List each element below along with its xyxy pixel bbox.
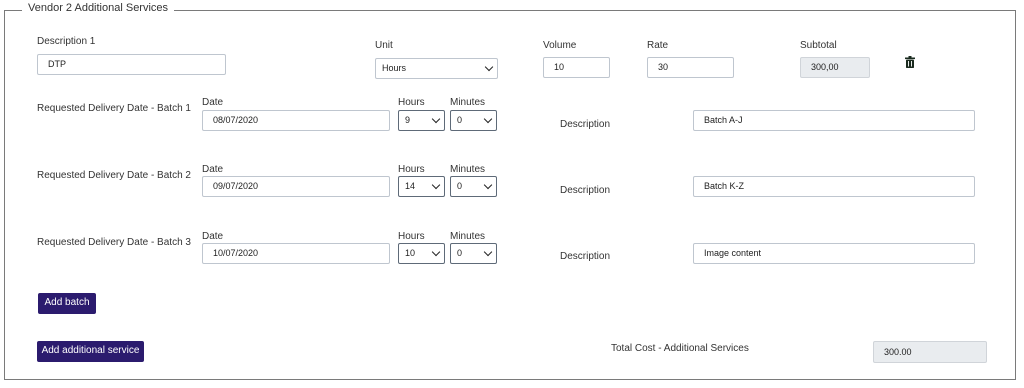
- trash-icon[interactable]: [905, 56, 915, 68]
- batch-3-label: Requested Delivery Date - Batch 3: [37, 237, 191, 248]
- batch-1-minutes-value: 0: [457, 115, 463, 125]
- total-cost-label: Total Cost - Additional Services: [611, 343, 749, 354]
- batch-2-minutes-label: Minutes: [450, 164, 486, 175]
- batch-3-hours-select[interactable]: 10: [398, 243, 445, 264]
- total-cost-field: 300.00: [873, 341, 987, 363]
- subtotal-label: Subtotal: [800, 40, 837, 51]
- section-legend: Vendor 2 Additional Services: [22, 2, 175, 14]
- batch-3-hours-label: Hours: [398, 231, 425, 242]
- batch-3-minutes-label: Minutes: [450, 231, 486, 242]
- batch-2-minutes-value: 0: [457, 181, 463, 191]
- batch-1-minutes-label: Minutes: [450, 97, 486, 108]
- volume-label: Volume: [543, 40, 577, 51]
- subtotal-field: 300,00: [800, 57, 870, 78]
- batch-2-date-input[interactable]: 09/07/2020: [202, 176, 390, 197]
- batch-1-description-input[interactable]: Batch A-J: [693, 110, 975, 131]
- add-additional-service-button[interactable]: Add additional service: [37, 341, 144, 362]
- chevron-down-icon: [483, 180, 493, 190]
- batch-3-hours-value: 10: [405, 248, 416, 258]
- rate-input[interactable]: 30: [647, 57, 734, 78]
- batch-1-label: Requested Delivery Date - Batch 1: [37, 103, 191, 114]
- batch-1-description-label: Description: [560, 119, 611, 130]
- unit-select-value: Hours: [382, 63, 407, 73]
- batch-2-hours-value: 14: [405, 181, 416, 191]
- batch-2-date-label: Date: [202, 164, 224, 175]
- batch-3-description-label: Description: [560, 251, 611, 262]
- batch-1-date-label: Date: [202, 97, 224, 108]
- chevron-down-icon: [484, 62, 494, 72]
- batch-1-minutes-select[interactable]: 0: [450, 110, 497, 131]
- unit-select[interactable]: Hours: [375, 58, 498, 79]
- add-batch-button[interactable]: Add batch: [38, 293, 96, 314]
- unit-label: Unit: [375, 40, 393, 51]
- batch-2-label: Requested Delivery Date - Batch 2: [37, 170, 191, 181]
- batch-3-minutes-select[interactable]: 0: [450, 243, 497, 264]
- batch-3-minutes-value: 0: [457, 248, 463, 258]
- chevron-down-icon: [483, 247, 493, 257]
- volume-input[interactable]: 10: [543, 57, 610, 78]
- batch-2-hours-label: Hours: [398, 164, 425, 175]
- chevron-down-icon: [431, 114, 441, 124]
- description-label: Description 1: [37, 36, 96, 47]
- batch-3-date-input[interactable]: 10/07/2020: [202, 243, 390, 264]
- batch-3-date-label: Date: [202, 231, 224, 242]
- chevron-down-icon: [431, 247, 441, 257]
- batch-1-date-input[interactable]: 08/07/2020: [202, 110, 390, 131]
- batch-2-description-label: Description: [560, 185, 611, 196]
- chevron-down-icon: [483, 114, 493, 124]
- batch-1-hours-select[interactable]: 9: [398, 110, 445, 131]
- batch-1-hours-value: 9: [405, 115, 411, 125]
- batch-3-description-input[interactable]: Image content: [693, 243, 975, 264]
- description-input[interactable]: DTP: [37, 54, 226, 75]
- chevron-down-icon: [431, 180, 441, 190]
- rate-label: Rate: [647, 40, 669, 51]
- batch-2-description-input[interactable]: Batch K-Z: [693, 176, 975, 197]
- batch-1-hours-label: Hours: [398, 97, 425, 108]
- batch-2-minutes-select[interactable]: 0: [450, 176, 497, 197]
- batch-2-hours-select[interactable]: 14: [398, 176, 445, 197]
